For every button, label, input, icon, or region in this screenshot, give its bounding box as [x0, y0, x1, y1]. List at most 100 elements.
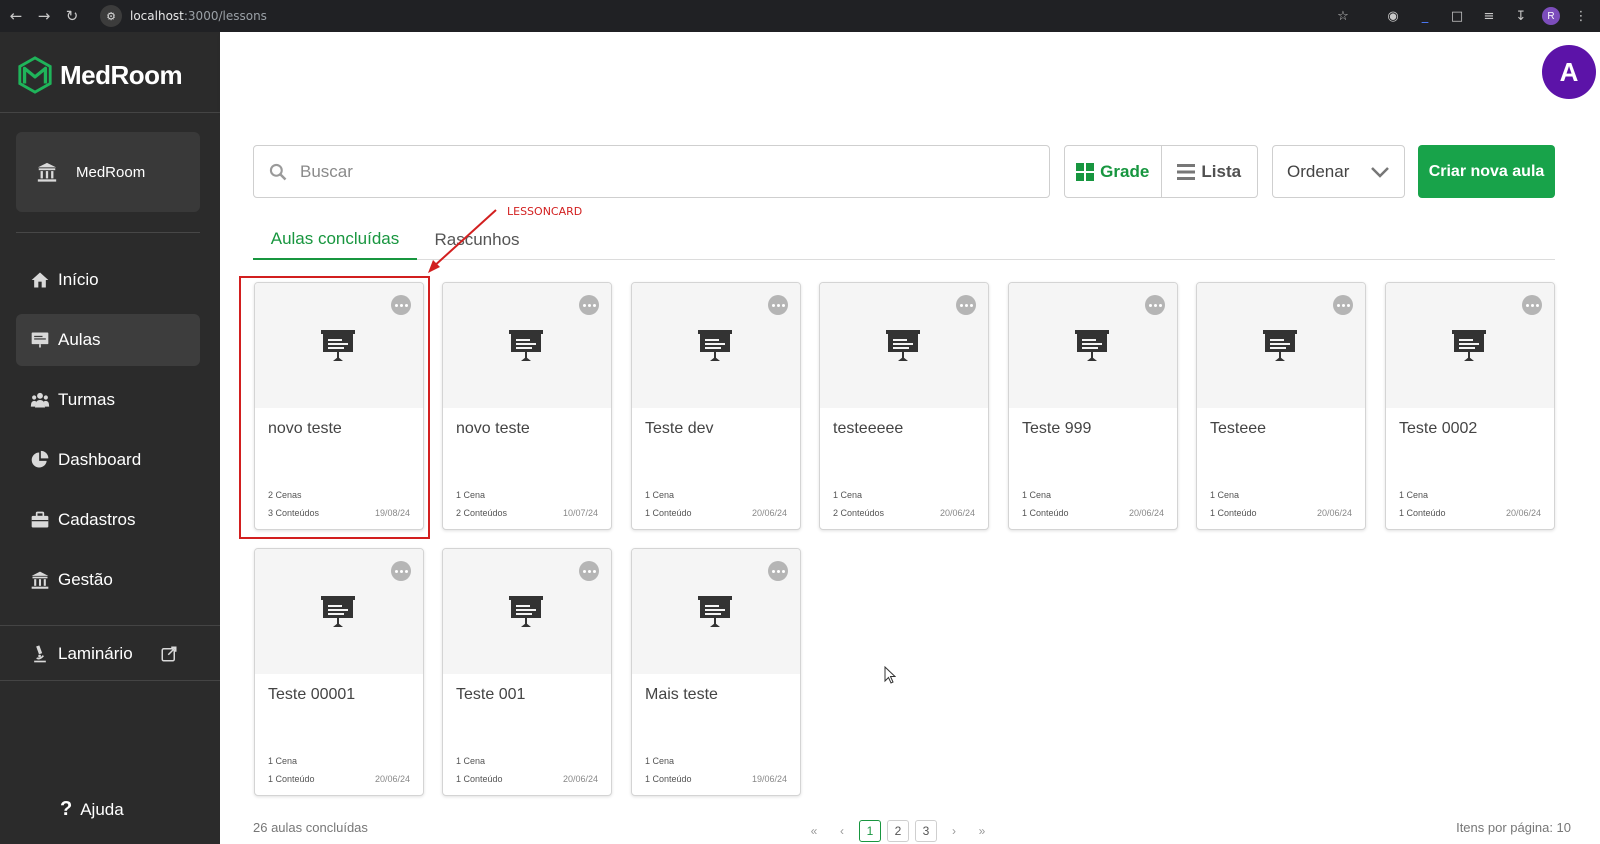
- lesson-scenes: 2 Cenas: [268, 490, 302, 500]
- sidebar-item-laminario[interactable]: Laminário: [16, 628, 200, 680]
- lesson-card[interactable]: novo teste 2 Cenas 3 Conteúdos 19/08/24: [254, 282, 424, 530]
- lesson-contents: 1 Conteúdo: [645, 774, 692, 784]
- prev-page-icon[interactable]: ‹: [831, 820, 853, 842]
- more-options-icon[interactable]: [579, 295, 599, 315]
- lesson-scenes: 1 Cena: [456, 756, 486, 766]
- help-label: Ajuda: [80, 799, 124, 819]
- lesson-scenes: 1 Cena: [1210, 490, 1240, 500]
- sidebar-divider: [16, 232, 200, 233]
- lesson-title: testeeeee: [833, 420, 904, 437]
- presentation-icon: [886, 330, 920, 362]
- top-header: A: [220, 32, 1600, 112]
- more-options-icon[interactable]: [1145, 295, 1165, 315]
- sidebar-item-inicio[interactable]: Início: [16, 254, 200, 306]
- bookmark-star-icon[interactable]: ☆: [1332, 5, 1354, 27]
- lesson-contents: 1 Conteúdo: [1210, 508, 1257, 518]
- lesson-date: 20/06/24: [1505, 508, 1541, 518]
- search-box[interactable]: [253, 145, 1050, 198]
- logo[interactable]: MedRoom: [16, 56, 183, 94]
- sidebar-item-gestao[interactable]: Gestão: [16, 554, 200, 606]
- search-input[interactable]: [300, 161, 1020, 182]
- organization-card[interactable]: MedRoom: [16, 132, 200, 212]
- lesson-scenes: 1 Cena: [833, 490, 863, 500]
- more-options-icon[interactable]: [391, 295, 411, 315]
- reload-icon[interactable]: ↻: [58, 4, 86, 28]
- lesson-contents: 1 Conteúdo: [268, 774, 315, 784]
- help-link[interactable]: ? Ajuda: [60, 798, 124, 821]
- address-bar[interactable]: ⚙ localhost:3000/lessons: [100, 3, 1380, 29]
- sidebar-item-turmas[interactable]: Turmas: [16, 374, 200, 426]
- list-icon: [1177, 163, 1196, 180]
- page-button[interactable]: 3: [915, 820, 937, 842]
- lesson-card[interactable]: Teste 0002 1 Cena 1 Conteúdo 20/06/24: [1385, 282, 1555, 530]
- extension-indicator-icon[interactable]: _: [1414, 5, 1436, 27]
- first-page-icon[interactable]: «: [803, 820, 825, 842]
- more-options-icon[interactable]: [768, 295, 788, 315]
- lesson-contents: 1 Conteúdo: [456, 774, 503, 784]
- tab-completed[interactable]: Aulas concluídas: [253, 220, 417, 260]
- lesson-card[interactable]: testeeeee 1 Cena 2 Conteúdos 20/06/24: [819, 282, 989, 530]
- create-lesson-button[interactable]: Criar nova aula: [1418, 145, 1555, 198]
- more-options-icon[interactable]: [579, 561, 599, 581]
- media-icon[interactable]: ≡: [1478, 5, 1500, 27]
- more-options-icon[interactable]: [956, 295, 976, 315]
- search-icon: [269, 163, 287, 180]
- lesson-contents: 3 Conteúdos: [268, 508, 320, 518]
- menu-icon[interactable]: ⋮: [1570, 5, 1592, 27]
- next-page-icon[interactable]: ›: [943, 820, 965, 842]
- sidebar-item-label: Turmas: [58, 390, 115, 409]
- sidebar-item-cadastros[interactable]: Cadastros: [16, 494, 200, 546]
- items-per-page[interactable]: Itens por página: 10: [1456, 820, 1571, 835]
- lesson-scenes: 1 Cena: [1399, 490, 1429, 500]
- sidebar-item-dashboard[interactable]: Dashboard: [16, 434, 200, 486]
- extensions-icon[interactable]: □: [1446, 5, 1468, 27]
- presentation-icon: [321, 330, 355, 362]
- lesson-title: Teste 999: [1022, 420, 1092, 437]
- forward-icon[interactable]: →: [30, 4, 58, 28]
- sort-select[interactable]: Ordenar: [1272, 145, 1405, 198]
- lesson-date: 20/06/24: [751, 508, 787, 518]
- presentation-icon: [698, 596, 732, 628]
- grid-view-label: Grade: [1100, 161, 1150, 181]
- presentation-icon: [509, 596, 543, 628]
- annotation-arrow-icon: [428, 209, 497, 273]
- lesson-scenes: 1 Cena: [268, 756, 298, 766]
- lesson-card[interactable]: Teste dev 1 Cena 1 Conteúdo 20/06/24: [631, 282, 801, 530]
- more-options-icon[interactable]: [1333, 295, 1353, 315]
- user-avatar[interactable]: A: [1542, 45, 1596, 99]
- back-icon[interactable]: ←: [2, 4, 30, 28]
- lesson-title: Testeee: [1210, 420, 1267, 437]
- pagination: « ‹ 1 2 3 › »: [803, 820, 993, 842]
- lightbulb-icon[interactable]: ◉: [1382, 5, 1404, 27]
- lesson-scenes: 1 Cena: [645, 490, 675, 500]
- last-page-icon[interactable]: »: [971, 820, 993, 842]
- presentation-icon: [1075, 330, 1109, 362]
- lesson-card[interactable]: Teste 999 1 Cena 1 Conteúdo 20/06/24: [1008, 282, 1178, 530]
- lesson-card[interactable]: Mais teste 1 Cena 1 Conteúdo 19/06/24: [631, 548, 801, 796]
- grid-view-button[interactable]: Grade: [1065, 146, 1161, 197]
- site-info-icon[interactable]: ⚙: [100, 5, 122, 27]
- medroom-logo-icon: [18, 56, 52, 94]
- users-icon: [30, 392, 50, 408]
- more-options-icon[interactable]: [1522, 295, 1542, 315]
- sidebar: MedRoom MedRoom Início Aulas Turmas Dash…: [0, 32, 220, 844]
- lesson-card[interactable]: Teste 00001 1 Cena 1 Conteúdo 20/06/24: [254, 548, 424, 796]
- list-view-button[interactable]: Lista: [1160, 146, 1258, 197]
- lesson-title: Mais teste: [645, 686, 718, 703]
- download-icon[interactable]: ↧: [1510, 5, 1532, 27]
- grid-icon: [1076, 162, 1095, 181]
- presentation-icon: [321, 596, 355, 628]
- sidebar-item-label: Dashboard: [58, 450, 142, 469]
- profile-avatar[interactable]: R: [1542, 7, 1560, 25]
- page-button[interactable]: 2: [887, 820, 909, 842]
- more-options-icon[interactable]: [768, 561, 788, 581]
- lesson-card[interactable]: novo teste 1 Cena 2 Conteúdos 10/07/24: [442, 282, 612, 530]
- lesson-card[interactable]: Testeee 1 Cena 1 Conteúdo 20/06/24: [1196, 282, 1366, 530]
- sidebar-item-aulas[interactable]: Aulas: [16, 314, 200, 366]
- more-options-icon[interactable]: [391, 561, 411, 581]
- external-link-icon[interactable]: [160, 645, 178, 663]
- lesson-title: Teste dev: [645, 420, 714, 437]
- sidebar-divider: [0, 680, 220, 681]
- page-button[interactable]: 1: [859, 820, 881, 842]
- lesson-card[interactable]: Teste 001 1 Cena 1 Conteúdo 20/06/24: [442, 548, 612, 796]
